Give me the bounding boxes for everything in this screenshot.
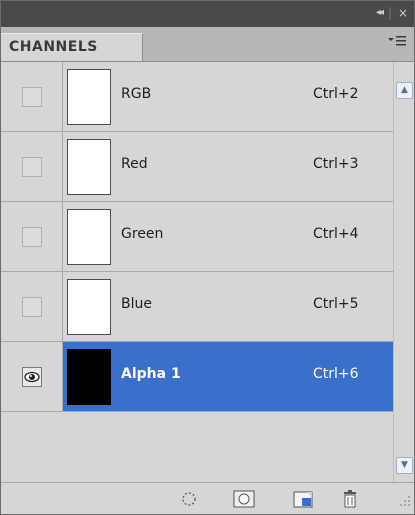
- visibility-toggle[interactable]: [22, 297, 42, 317]
- channel-shortcut: Ctrl+3: [313, 156, 359, 172]
- channel-shortcut: Ctrl+2: [313, 86, 359, 102]
- channel-shortcut: Ctrl+4: [313, 226, 359, 242]
- visibility-toggle[interactable]: [22, 157, 42, 177]
- channel-name: Blue: [121, 296, 152, 312]
- channel-row-alpha-1[interactable]: Alpha 1 Ctrl+6: [1, 342, 393, 412]
- channel-shortcut: Ctrl+6: [313, 366, 359, 382]
- channel-shortcut: Ctrl+5: [313, 296, 359, 312]
- panel-title-bar: ◂◂ | ×: [1, 1, 414, 27]
- channels-panel: ◂◂ | × CHANNELS RGB Ctrl+2 Red Ctrl+3 Gr…: [0, 0, 415, 515]
- visibility-column: [1, 342, 63, 411]
- channel-row-rgb[interactable]: RGB Ctrl+2: [1, 62, 393, 132]
- chevron-up-icon: ▲: [401, 85, 408, 95]
- channel-list: RGB Ctrl+2 Red Ctrl+3 Green Ctrl+4 Blue: [1, 62, 393, 482]
- channel-row-red[interactable]: Red Ctrl+3: [1, 132, 393, 202]
- tab-bar: CHANNELS: [1, 27, 414, 62]
- chevron-down-icon: ▼: [401, 460, 408, 470]
- channel-name: Alpha 1: [121, 366, 181, 382]
- visibility-column: [1, 202, 63, 271]
- visibility-toggle[interactable]: [22, 227, 42, 247]
- channel-row-blue[interactable]: Blue Ctrl+5: [1, 272, 393, 342]
- channel-thumbnail: [67, 209, 111, 265]
- channel-row-green[interactable]: Green Ctrl+4: [1, 202, 393, 272]
- scroll-up-button[interactable]: ▲: [396, 82, 413, 99]
- channel-thumbnail: [67, 69, 111, 125]
- title-separator: |: [387, 6, 392, 20]
- channel-name: Green: [121, 226, 164, 242]
- tab-channels-label: CHANNELS: [9, 39, 98, 55]
- delete-channel-icon[interactable]: [341, 489, 359, 513]
- save-selection-icon[interactable]: [233, 489, 255, 513]
- vertical-scrollbar[interactable]: ▲ ▼: [393, 62, 414, 482]
- resize-grip-icon[interactable]: [399, 492, 411, 511]
- channel-name: Red: [121, 156, 148, 172]
- visibility-column: [1, 272, 63, 341]
- scroll-down-button[interactable]: ▼: [396, 457, 413, 474]
- visibility-column: [1, 132, 63, 201]
- load-selection-icon[interactable]: [179, 489, 199, 513]
- channel-name: RGB: [121, 86, 152, 102]
- channel-thumbnail: [67, 139, 111, 195]
- collapse-icon[interactable]: ◂◂: [376, 6, 384, 20]
- new-channel-icon[interactable]: [293, 489, 315, 513]
- close-icon[interactable]: ×: [398, 6, 408, 20]
- visibility-toggle[interactable]: [22, 87, 42, 107]
- visibility-toggle[interactable]: [22, 367, 42, 387]
- tab-channels[interactable]: CHANNELS: [1, 33, 143, 61]
- channel-thumbnail: [67, 279, 111, 335]
- panel-menu-icon[interactable]: [388, 35, 406, 50]
- channel-thumbnail: [67, 349, 111, 405]
- visibility-column: [1, 62, 63, 131]
- panel-toolbar: [1, 482, 414, 514]
